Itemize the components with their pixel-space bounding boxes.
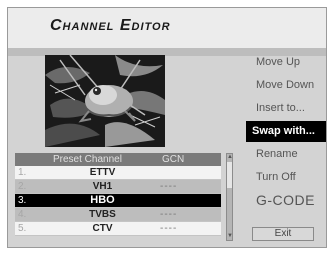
- menu-item-insert-to[interactable]: Insert to...: [246, 98, 326, 119]
- table-row-selected[interactable]: 3. HBO: [15, 194, 221, 208]
- gcn-value: ----: [160, 223, 178, 234]
- exit-button[interactable]: Exit: [252, 227, 314, 241]
- gcn-value: ----: [160, 209, 178, 220]
- scroll-up-arrow-icon[interactable]: ▲: [227, 154, 233, 161]
- row-number: 3.: [18, 195, 27, 206]
- frog-on-leaves-image: [45, 55, 165, 147]
- table-row[interactable]: 5. CTV ----: [15, 222, 221, 236]
- scrollbar-thumb[interactable]: [227, 162, 232, 188]
- table-scrollbar[interactable]: ▲ ▼: [226, 153, 233, 241]
- channel-name: HBO: [90, 194, 115, 206]
- menu-item-move-down[interactable]: Move Down: [246, 75, 326, 96]
- row-number: 5.: [18, 223, 27, 234]
- menu-item-g-code[interactable]: G-CODE: [246, 190, 326, 211]
- table-row[interactable]: 1. ETTV: [15, 166, 221, 180]
- row-number: 1.: [18, 167, 27, 178]
- row-number: 2.: [18, 181, 27, 192]
- channel-table: Preset Channel GCN 1. ETTV 2. VH1 ---- 3…: [15, 153, 221, 236]
- table-header: Preset Channel GCN: [15, 153, 221, 166]
- table-row[interactable]: 2. VH1 ----: [15, 180, 221, 194]
- scroll-down-arrow-icon[interactable]: ▼: [227, 233, 233, 240]
- table-row[interactable]: 4. TVBS ----: [15, 208, 221, 222]
- title-bar: Channel Editor: [8, 8, 326, 48]
- menu-item-turn-off[interactable]: Turn Off: [246, 167, 326, 188]
- channel-name: VH1: [92, 181, 113, 192]
- page-title: Channel Editor: [50, 17, 171, 34]
- channel-name: TVBS: [89, 209, 116, 220]
- menu-item-move-up[interactable]: Move Up: [246, 52, 326, 73]
- menu-item-rename[interactable]: Rename: [246, 144, 326, 165]
- action-menu: Move Up Move Down Insert to... Swap with…: [246, 52, 326, 213]
- channel-preview-image: [45, 55, 165, 147]
- row-number: 4.: [18, 209, 27, 220]
- gcn-value: ----: [160, 181, 178, 192]
- preset-channel-header: Preset Channel: [53, 154, 122, 165]
- channel-name: ETTV: [89, 167, 116, 178]
- gcn-header: GCN: [162, 154, 185, 165]
- channel-name: CTV: [92, 223, 113, 234]
- menu-item-swap-with[interactable]: Swap with...: [246, 121, 326, 142]
